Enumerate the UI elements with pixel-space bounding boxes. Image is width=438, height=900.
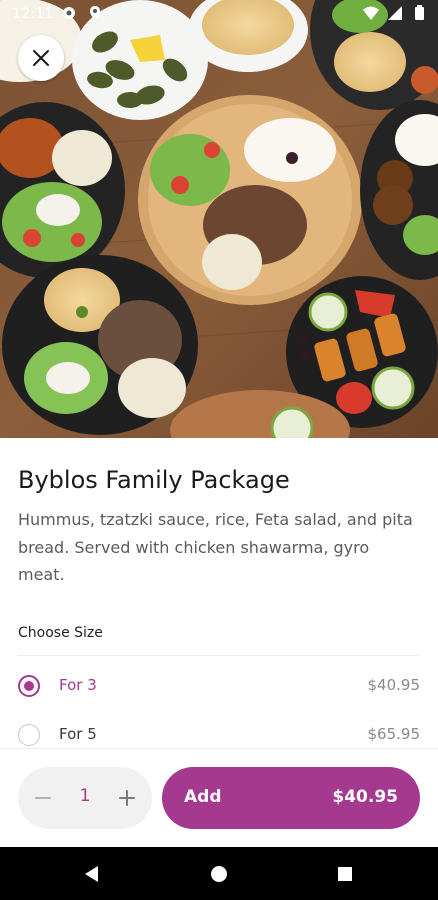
radio-unselected-icon[interactable] bbox=[18, 724, 40, 746]
food-photo bbox=[0, 0, 438, 438]
system-nav-bar bbox=[0, 847, 438, 900]
item-details: Byblos Family Package Hummus, tzatzki sa… bbox=[0, 438, 438, 748]
divider bbox=[18, 655, 420, 656]
radio-selected-icon[interactable] bbox=[18, 675, 40, 697]
size-option-price: $40.95 bbox=[367, 676, 421, 694]
signal-icon bbox=[388, 6, 402, 20]
size-option-label: For 3 bbox=[59, 676, 97, 694]
status-bar: 12:11 bbox=[0, 0, 438, 28]
back-icon[interactable] bbox=[81, 863, 103, 885]
location-icon bbox=[90, 6, 100, 20]
recents-icon[interactable] bbox=[334, 863, 356, 885]
home-icon[interactable] bbox=[208, 863, 230, 885]
battery-icon bbox=[415, 5, 424, 20]
action-bar: 1 Add $40.95 bbox=[0, 748, 438, 848]
close-icon bbox=[33, 50, 49, 66]
quantity-value: 1 bbox=[79, 786, 91, 806]
plus-icon[interactable] bbox=[114, 785, 140, 811]
wifi-icon bbox=[363, 6, 379, 20]
item-title: Byblos Family Package bbox=[18, 466, 290, 494]
item-description: Hummus, tzatzki sauce, rice, Feta salad,… bbox=[18, 510, 413, 584]
size-option-label: For 5 bbox=[59, 725, 97, 743]
hero-image bbox=[0, 0, 438, 438]
choose-size-label: Choose Size bbox=[18, 625, 103, 641]
settings-icon bbox=[63, 7, 75, 19]
add-button-label: Add bbox=[184, 787, 222, 807]
status-time: 12:11 bbox=[12, 6, 54, 22]
add-button-price: $40.95 bbox=[332, 787, 398, 807]
add-to-cart-button[interactable]: Add $40.95 bbox=[162, 767, 420, 829]
size-option-price: $65.95 bbox=[367, 725, 421, 743]
quantity-stepper: 1 bbox=[18, 767, 152, 829]
minus-icon[interactable] bbox=[30, 785, 56, 811]
close-button[interactable] bbox=[18, 35, 64, 81]
size-option-for-3[interactable]: For 3 $40.95 bbox=[0, 664, 438, 708]
